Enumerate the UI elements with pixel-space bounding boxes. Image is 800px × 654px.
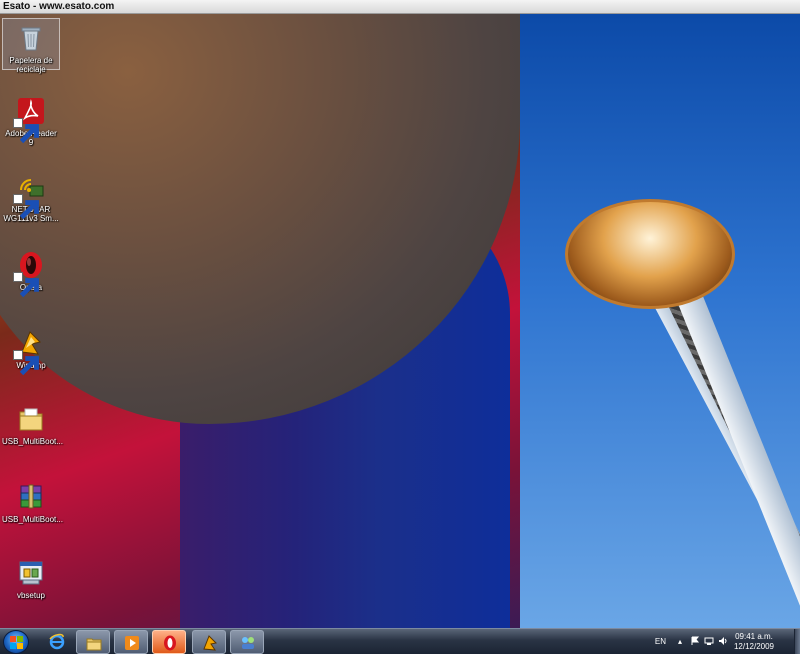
desktop-icon-label: Papelera de reciclaje: [9, 56, 53, 74]
taskbar: EN ▴ 09:41 a.m. 12/12/2009: [0, 628, 800, 654]
shortcut-arrow-icon: [13, 194, 39, 220]
winrar-archive-icon: [16, 482, 46, 512]
desktop-icon-label: USB_MultiBoot...: [2, 515, 63, 524]
network-icon: [242, 637, 254, 649]
clock-time: 09:41 a.m.: [735, 632, 773, 641]
folder-icon: [16, 404, 46, 434]
action-center-flag-icon[interactable]: [690, 636, 700, 646]
installer-icon: [16, 558, 46, 588]
desktop-icon-opera[interactable]: Opera: [2, 246, 60, 298]
windows-explorer-icon: [86, 638, 102, 651]
network-status-icon[interactable]: [704, 636, 714, 646]
show-desktop-button[interactable]: [794, 629, 800, 654]
media-player-icon: [125, 636, 139, 650]
clock-date: 12/12/2009: [733, 642, 775, 651]
winamp-icon: [203, 635, 218, 651]
desktop-wallpaper: [0, 14, 800, 628]
shortcut-arrow-icon: [13, 350, 39, 376]
desktop-icon-vbsetup[interactable]: vbsetup: [2, 554, 60, 600]
shortcut-arrow-icon: [13, 272, 39, 298]
taskbar-clock[interactable]: 09:41 a.m. 12/12/2009: [724, 632, 784, 652]
winamp-icon: [13, 328, 46, 376]
desktop-icon-winamp[interactable]: Winamp: [2, 324, 60, 376]
netgear-wifi-icon: [13, 172, 46, 220]
wallpaper-space-needle: [565, 194, 800, 628]
desktop-icon-recycle-bin[interactable]: Papelera de reciclaje: [2, 18, 60, 74]
opera-icon: [13, 250, 46, 298]
desktop-icon-label: USB_MultiBoot...: [2, 437, 63, 446]
language-indicator[interactable]: EN: [655, 637, 666, 646]
desktop-icon-label: vbsetup: [16, 591, 46, 600]
desktop-icon-netgear[interactable]: NETGEAR WG111v3 Sm...: [2, 168, 60, 223]
desktop-icon-usb-multiboot-folder[interactable]: USB_MultiBoot...: [2, 400, 63, 446]
taskbar-media-player[interactable]: [114, 630, 148, 654]
taskbar-winamp[interactable]: [192, 630, 226, 654]
desktop-icon-usb-multiboot-archive[interactable]: USB_MultiBoot...: [2, 478, 63, 524]
taskbar-network[interactable]: [230, 630, 264, 654]
start-button[interactable]: [3, 630, 29, 654]
window-title: Esato - www.esato.com: [3, 1, 115, 12]
adobe-reader-icon: [13, 96, 46, 144]
internet-explorer-icon: [49, 633, 65, 650]
taskbar-opera[interactable]: [152, 630, 186, 654]
show-hidden-icons-chevron-icon[interactable]: ▴: [678, 637, 682, 646]
recycle-bin-icon: [16, 23, 46, 53]
taskbar-internet-explorer[interactable]: [40, 630, 74, 654]
shortcut-arrow-icon: [13, 118, 39, 144]
windows-logo-icon: [10, 636, 23, 649]
opera-icon: [164, 635, 176, 651]
system-tray: EN ▴ 09:41 a.m. 12/12/2009: [642, 629, 792, 654]
desktop-icon-adobe-reader[interactable]: Adobe Reader 9: [2, 92, 60, 147]
window-title-bar: Esato - www.esato.com: [0, 0, 800, 14]
taskbar-windows-explorer[interactable]: [76, 630, 110, 654]
